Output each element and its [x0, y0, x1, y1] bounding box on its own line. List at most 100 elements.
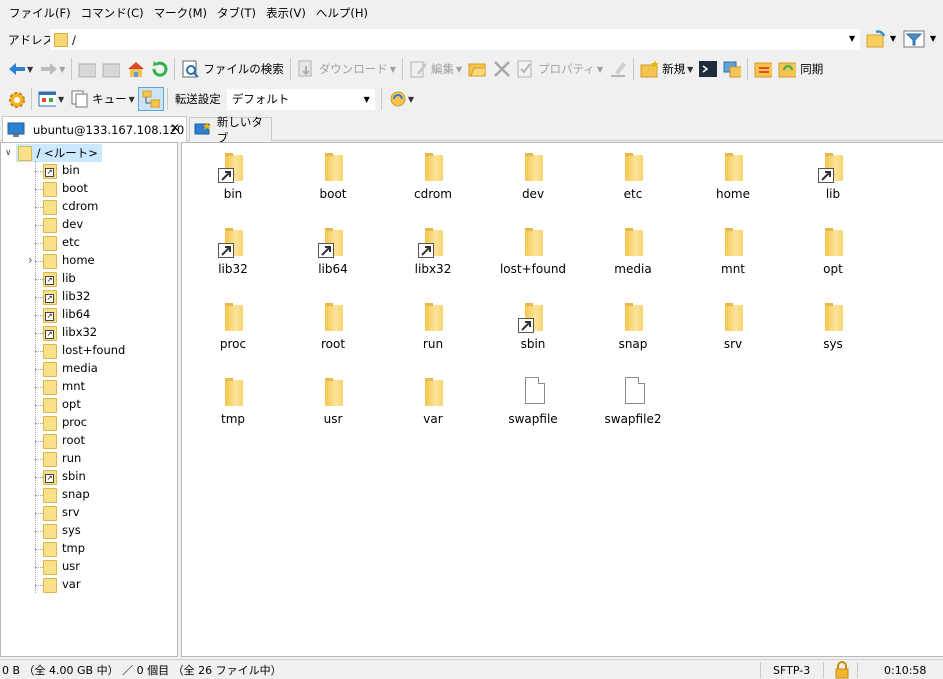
file-list[interactable]: bin boot cdrom dev etc home lib lib32 lib64 libx3…	[181, 142, 943, 657]
back-button[interactable]: ▼	[4, 57, 36, 81]
menu-item[interactable]: タブ(T)	[212, 0, 261, 26]
folder-item[interactable]: mnt	[693, 224, 773, 276]
folder-item[interactable]: lib	[793, 149, 873, 201]
view-mode-button[interactable]: ▼	[35, 87, 67, 111]
folder-item[interactable]: home	[693, 149, 773, 201]
remote-desktop-button[interactable]	[720, 57, 744, 81]
address-label: アドレス	[8, 32, 54, 47]
folder-icon	[516, 224, 550, 258]
sync-icon	[778, 62, 797, 78]
menu-item[interactable]: マーク(M)	[149, 0, 212, 26]
auto-sync-button[interactable]: ▼	[385, 87, 417, 111]
item-label: etc	[623, 187, 643, 201]
collapse-icon[interactable]: ∨	[5, 148, 12, 158]
menu-item[interactable]: 表示(V)	[261, 0, 311, 26]
folder-item[interactable]: sbin	[493, 299, 573, 351]
tree-guide-line	[35, 315, 43, 316]
item-label: opt	[823, 262, 843, 276]
folder-item[interactable]: dev	[493, 149, 573, 201]
terminal-button[interactable]	[696, 57, 720, 81]
new-tab[interactable]: 新しいタブ	[189, 115, 272, 145]
folder-icon	[43, 254, 57, 269]
tree-item-label: dev	[62, 217, 84, 231]
menu-item[interactable]: コマンド(C)	[76, 0, 149, 26]
file-item[interactable]: swapfile2	[593, 374, 673, 426]
address-dropdown-icon[interactable]: ▼	[849, 34, 855, 43]
folder-item[interactable]: srv	[693, 299, 773, 351]
filter-icon[interactable]	[903, 30, 925, 48]
download-button[interactable]: ダウンロード ▼	[294, 57, 399, 81]
session-tab-label: ubuntu@133.167.108.120	[33, 122, 185, 137]
folder-item[interactable]: bin	[193, 149, 273, 201]
close-tab-icon[interactable]: ✕	[170, 121, 180, 135]
folder-item[interactable]: opt	[793, 224, 873, 276]
delete-button[interactable]	[489, 57, 513, 81]
home-button[interactable]	[123, 57, 147, 81]
folder-item[interactable]: cdrom	[393, 149, 473, 201]
folder-item[interactable]: lost+found	[493, 224, 573, 276]
folder-item[interactable]: proc	[193, 299, 273, 351]
toolbar-separator	[380, 88, 382, 110]
forward-button[interactable]: ▼	[36, 57, 68, 81]
file-item[interactable]: swapfile	[493, 374, 573, 426]
folder-tree[interactable]: ∨ / <ルート> ↗ bin boot cdrom dev etc › home ↗ lib ↗ l…	[0, 142, 178, 657]
folder-item[interactable]: root	[293, 299, 373, 351]
properties-button[interactable]: プロパティ ▼	[513, 57, 606, 81]
menu-item[interactable]: ファイル(F)	[4, 0, 76, 26]
item-label: libx32	[414, 262, 452, 276]
edit-button[interactable]: 編集 ▼	[406, 57, 465, 81]
folder-item[interactable]: media	[593, 224, 673, 276]
tree-item-label: srv	[62, 505, 80, 519]
compare-icon	[754, 62, 773, 78]
view-mode-icon	[38, 91, 56, 107]
folder-icon	[43, 524, 57, 539]
refresh-folder-icon[interactable]	[866, 30, 886, 48]
root-folder-button[interactable]	[99, 57, 123, 81]
download-icon	[298, 60, 312, 77]
address-menu-dropdown-icon[interactable]: ▼	[890, 34, 896, 43]
tree-toggle-button[interactable]	[137, 87, 164, 111]
folder-item[interactable]: etc	[593, 149, 673, 201]
folder-item[interactable]: sys	[793, 299, 873, 351]
tree-item-label: sbin	[62, 469, 86, 483]
folder-item[interactable]: usr	[293, 374, 373, 426]
rename-button[interactable]	[606, 57, 630, 81]
tree-item-label: root	[62, 433, 86, 447]
tree-root-row[interactable]: ∨ / <ルート>	[1, 144, 102, 162]
folder-item[interactable]: run	[393, 299, 473, 351]
open-folder-button[interactable]	[465, 57, 489, 81]
open-folder-icon	[468, 63, 487, 77]
queue-button[interactable]: キュー ▼	[67, 87, 138, 111]
folder-item[interactable]: libx32	[393, 224, 473, 276]
tree-item-label: run	[62, 451, 82, 465]
folder-item[interactable]: boot	[293, 149, 373, 201]
folder-item[interactable]: snap	[593, 299, 673, 351]
settings-button[interactable]	[4, 87, 28, 111]
menu-item[interactable]: ヘルプ(H)	[311, 0, 373, 26]
expand-icon[interactable]: ›	[28, 253, 33, 267]
folder-icon	[43, 452, 57, 467]
item-label: swapfile	[508, 412, 558, 426]
new-button[interactable]: 新規 ▼	[637, 57, 696, 81]
filter-dropdown-icon[interactable]: ▼	[930, 34, 936, 43]
compare-button[interactable]	[751, 57, 775, 81]
item-label: dev	[521, 187, 545, 201]
address-input[interactable]: /	[50, 29, 860, 50]
transfer-settings-select[interactable]: デフォルト ▼	[226, 88, 375, 110]
refresh-button[interactable]	[147, 57, 171, 81]
folder-item[interactable]: lib32	[193, 224, 273, 276]
item-label: lib32	[218, 262, 248, 276]
folder-item[interactable]: tmp	[193, 374, 273, 426]
folder-icon	[316, 149, 350, 183]
session-tab-active[interactable]: ubuntu@133.167.108.120 ✕	[2, 116, 187, 142]
shortcut-arrow-icon: ↗	[45, 168, 54, 177]
sync-button[interactable]: 同期	[775, 57, 826, 81]
folder-item[interactable]: lib64	[293, 224, 373, 276]
secondary-toolbar: ▼ キュー ▼ 転送設定 デフォルト ▼ ▼	[0, 84, 943, 114]
tree-item-label: boot	[62, 181, 88, 195]
tree-guide-line	[35, 585, 43, 586]
folder-item[interactable]: var	[393, 374, 473, 426]
folder-icon	[216, 299, 250, 333]
find-files-button[interactable]: ファイルの検索	[178, 57, 287, 81]
parent-folder-button[interactable]	[75, 57, 99, 81]
